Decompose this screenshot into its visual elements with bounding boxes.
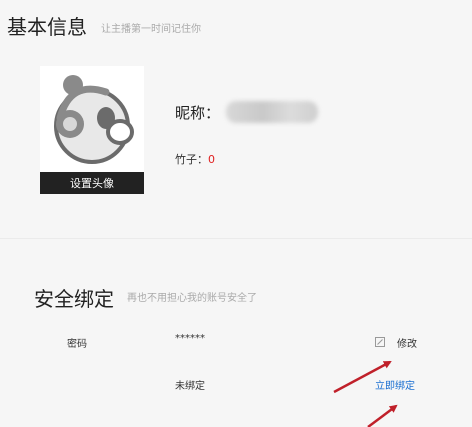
arrow-to-bind (367, 404, 398, 427)
annotation-arrows (333, 360, 398, 427)
arrow-to-modify (333, 360, 392, 394)
